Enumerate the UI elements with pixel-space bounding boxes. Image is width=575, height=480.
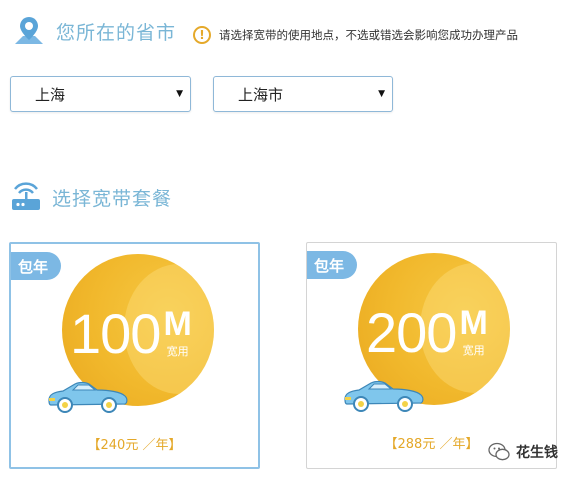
watermark: 花生钱 — [488, 442, 558, 462]
province-select[interactable]: 上海 ▼ — [10, 76, 191, 112]
province-select-value: 上海 — [35, 85, 66, 104]
speed-unit-label: 宽用 — [166, 345, 189, 358]
speed-value: 100 — [70, 302, 161, 365]
location-pin-icon — [15, 17, 43, 44]
notice-text: 请选择宽带的使用地点，不选或错选会影响您成功办理产品 — [219, 28, 518, 42]
speed-unit-label: 宽用 — [462, 344, 485, 357]
car-icon — [48, 381, 128, 413]
speed-display: 200 M 宽用 — [366, 305, 488, 361]
package-price: 【240元 ／年】 — [87, 438, 182, 453]
chevron-down-icon: ▼ — [378, 89, 385, 99]
package-card-100m[interactable]: 100 M 宽用 包年 【240元 ／年】 — [9, 242, 260, 469]
chevron-down-icon: ▼ — [176, 89, 183, 99]
speed-unit: M — [459, 304, 488, 342]
warning-circle-icon: ! — [193, 26, 211, 44]
watermark-text: 花生钱 — [516, 445, 558, 461]
package-card-200m[interactable]: 200 M 宽用 包年 【288元 ／年】 — [306, 242, 557, 469]
wechat-icon — [488, 442, 510, 461]
speed-unit: M — [163, 305, 192, 343]
car-icon — [344, 380, 424, 412]
city-select[interactable]: 上海市 ▼ — [213, 76, 393, 112]
package-badge: 包年 — [11, 252, 61, 280]
province-section-title: 您所在的省市 — [56, 21, 177, 44]
location-notice: ! 请选择宽带的使用地点，不选或错选会影响您成功办理产品 — [193, 26, 518, 44]
province-section-header: 您所在的省市 — [12, 14, 176, 48]
package-section-header: 选择宽带套餐 — [10, 182, 172, 212]
router-icon — [12, 182, 40, 210]
city-select-value: 上海市 — [238, 85, 284, 104]
speed-display: 100 M 宽用 — [70, 306, 192, 362]
package-badge: 包年 — [307, 251, 357, 279]
speed-value: 200 — [366, 301, 457, 364]
package-section-title: 选择宽带套餐 — [52, 187, 173, 210]
